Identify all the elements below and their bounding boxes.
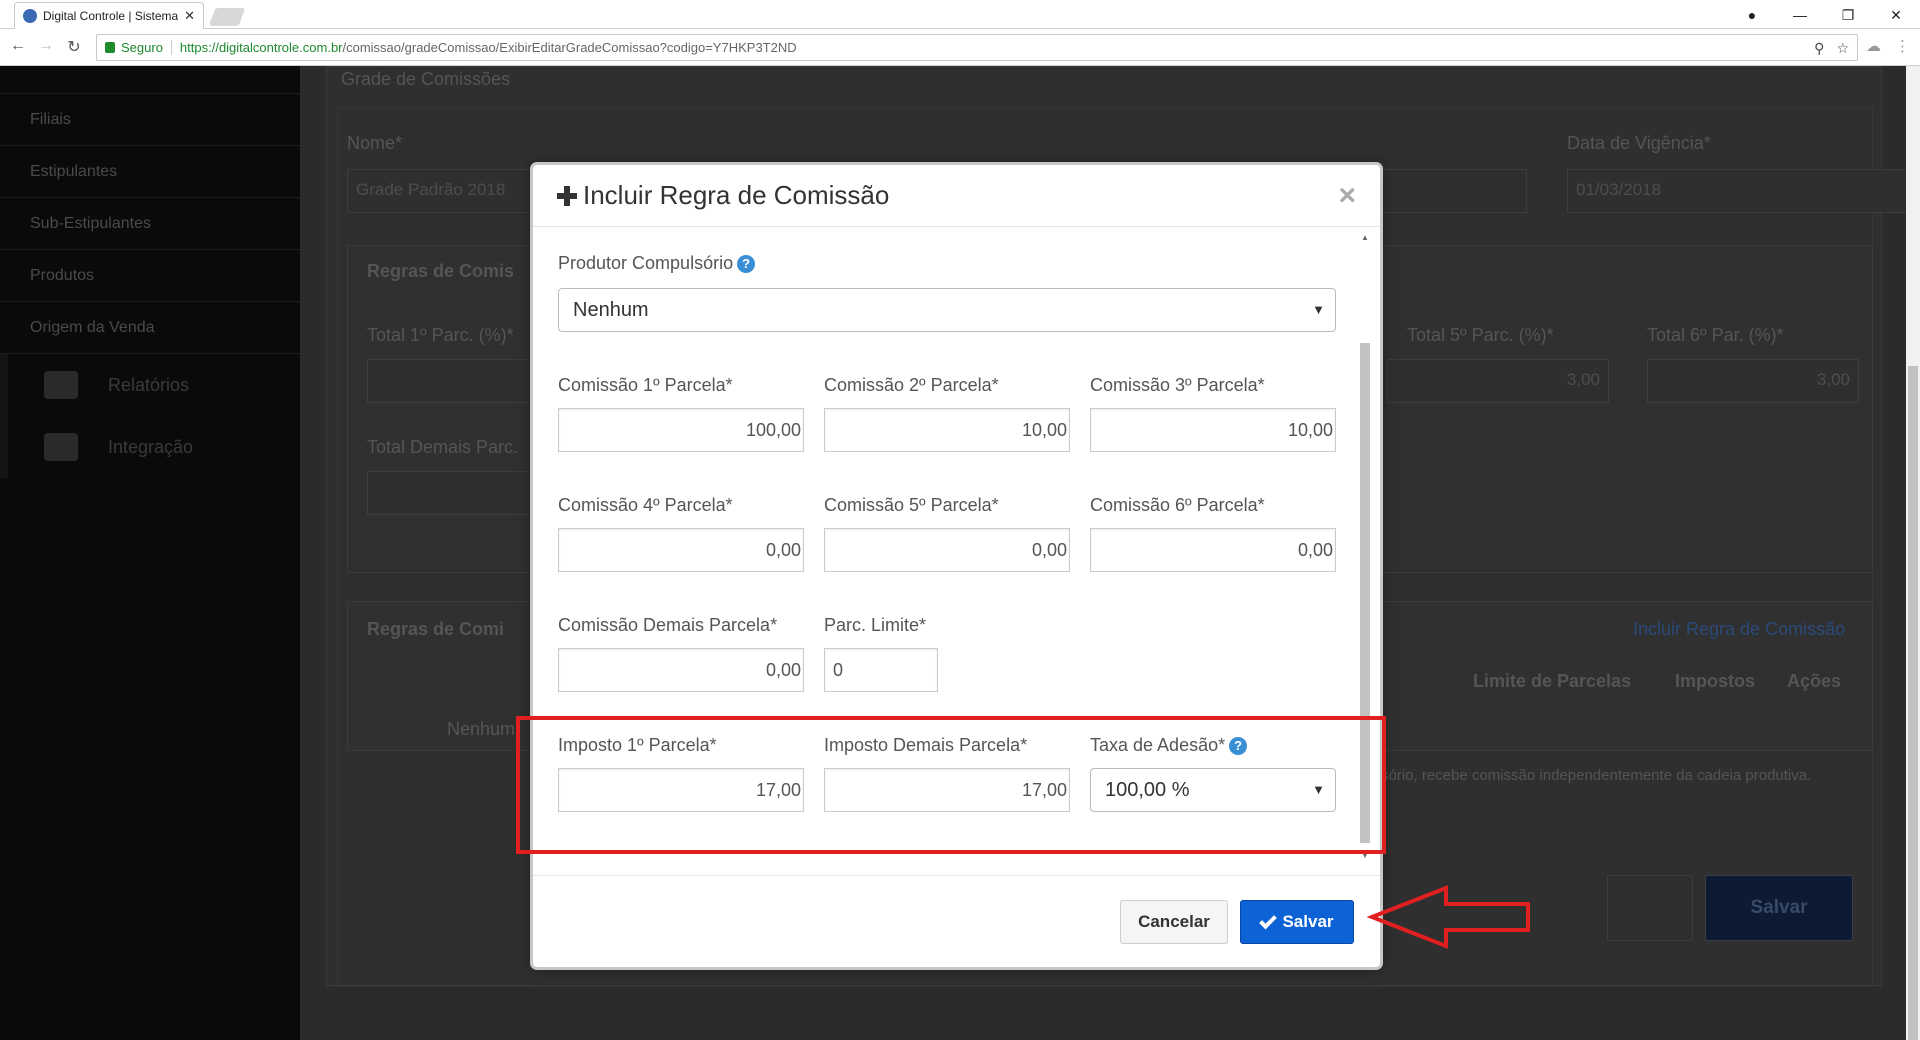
- sidebar: Filiais Estipulantes Sub-Estipulantes Pr…: [0, 66, 300, 1040]
- nome-label: Nome*: [347, 133, 403, 153]
- total5-label: Total 5º Parc. (%)*: [1407, 325, 1554, 345]
- parc-limite-label: Parc. Limite*: [824, 615, 927, 635]
- sidebar-item-label: Integração: [108, 436, 194, 457]
- url-path: /comissao/gradeComissao/ExibirEditarGrad…: [342, 40, 797, 55]
- sidebar-item-relatorios[interactable]: Relatórios: [0, 354, 300, 416]
- minimize-icon[interactable]: —: [1776, 4, 1824, 26]
- col-limite-parcelas: Limite de Parcelas: [1473, 671, 1632, 691]
- modal-footer: Cancelar Salvar: [533, 875, 1380, 967]
- sidebar-item-estipulantes[interactable]: Estipulantes: [0, 146, 300, 198]
- incluir-regra-link[interactable]: Incluir Regra de Comissão: [1633, 619, 1845, 640]
- plus-icon: [557, 185, 577, 206]
- sidebar-item-filiais[interactable]: Filiais: [0, 94, 300, 146]
- nenhum-row: Nenhum: [447, 719, 516, 739]
- forward-icon[interactable]: →: [36, 37, 56, 55]
- browser-tab[interactable]: Digital Controle | Sistema ✕: [14, 2, 204, 29]
- total1-label: Total 1º Parc. (%)*: [367, 325, 514, 345]
- omnibox-icons: ⚲ ☆: [1814, 40, 1849, 57]
- total6-input[interactable]: 3,00: [1647, 359, 1859, 403]
- comissao-3-label: Comissão 3º Parcela*: [1090, 375, 1265, 395]
- profile-icon[interactable]: ●: [1728, 4, 1776, 26]
- comissao-5-label: Comissão 5º Parcela*: [824, 495, 999, 515]
- save-button[interactable]: Salvar: [1240, 900, 1354, 944]
- comissao-demais-label: Comissão Demais Parcela*: [558, 615, 778, 635]
- close-icon[interactable]: ×: [1338, 179, 1356, 213]
- zoom-icon[interactable]: ⚲: [1814, 40, 1824, 57]
- regras-title-2: Regras de Comi: [367, 619, 505, 639]
- total-demais-label: Total Demais Parc.: [367, 437, 519, 457]
- help-icon[interactable]: ?: [737, 255, 756, 273]
- annotation-arrow-icon: [1366, 885, 1530, 949]
- comissao-2-input[interactable]: 10,00: [824, 408, 1070, 452]
- window-controls: ● — ❐ ✕: [1728, 4, 1920, 26]
- tab-close-icon[interactable]: ✕: [184, 8, 195, 24]
- comissao-2-label: Comissão 2º Parcela*: [824, 375, 999, 395]
- address-bar: ← → ↻ Seguro https://digitalcontrole.com…: [0, 29, 1920, 66]
- comissao-1-input[interactable]: 100,00: [558, 408, 804, 452]
- chevron-down-icon: ▼: [1312, 302, 1325, 317]
- comissao-4-label: Comissão 4º Parcela*: [558, 495, 733, 515]
- menu-icon[interactable]: ⋮: [1895, 37, 1910, 55]
- sidebar-item-produtos[interactable]: Produtos: [0, 250, 300, 302]
- vigencia-label: Data de Vigência*: [1567, 133, 1711, 153]
- produtor-label: Produtor Compulsório?: [558, 253, 756, 274]
- reload-icon[interactable]: ↻: [64, 37, 84, 57]
- modal-title: Incluir Regra de Comissão: [583, 180, 890, 210]
- back-button[interactable]: [1607, 875, 1693, 941]
- total5-input[interactable]: 3,00: [1387, 359, 1609, 403]
- save-button-label: Salvar: [1282, 912, 1334, 931]
- comissao-3-input[interactable]: 10,00: [1090, 408, 1336, 452]
- tab-title: Digital Controle | Sistema: [43, 9, 179, 23]
- sidebar-item-origem-da-venda[interactable]: Origem da Venda: [0, 302, 300, 354]
- sidebar-item-partial[interactable]: [0, 66, 300, 94]
- url-text: https://digitalcontrole.com.br/comissao/…: [172, 40, 797, 55]
- url-input[interactable]: Seguro https://digitalcontrole.com.br/co…: [96, 34, 1858, 61]
- comissao-6-input[interactable]: 0,00: [1090, 528, 1336, 572]
- bookmark-star-icon[interactable]: ☆: [1836, 40, 1849, 57]
- sidebar-item-integracao[interactable]: Integração: [0, 416, 300, 478]
- scroll-up-icon[interactable]: ▲: [1360, 233, 1370, 242]
- site-favicon-icon: [23, 9, 37, 23]
- restore-icon[interactable]: ❐: [1824, 4, 1872, 26]
- modal-header: Incluir Regra de Comissão ×: [533, 165, 1380, 227]
- annotation-highlight-box: [516, 716, 1386, 854]
- panel-title: Grade de Comissões: [341, 69, 511, 89]
- background-save-button[interactable]: Salvar: [1705, 875, 1853, 941]
- col-impostos: Impostos: [1675, 671, 1756, 691]
- back-icon[interactable]: ←: [8, 37, 28, 55]
- sidebar-item-sub-estipulantes[interactable]: Sub-Estipulantes: [0, 198, 300, 250]
- url-host: https://digitalcontrole.com.br: [179, 40, 343, 55]
- comissao-6-label: Comissão 6º Parcela*: [1090, 495, 1265, 515]
- secure-label: Seguro: [121, 40, 172, 55]
- sidebar-item-label: Relatórios: [108, 374, 190, 395]
- vigencia-input[interactable]: 01/03/2018: [1567, 169, 1915, 213]
- extension-icons: ☁ ⋮: [1866, 37, 1920, 55]
- cancel-button[interactable]: Cancelar: [1120, 900, 1228, 944]
- comissao-5-input[interactable]: 0,00: [824, 528, 1070, 572]
- scrollbar-thumb[interactable]: [1908, 366, 1918, 1040]
- printer-icon: [44, 371, 78, 399]
- produtor-select-value: Nenhum: [573, 299, 649, 321]
- parc-limite-input[interactable]: 0: [824, 648, 938, 692]
- produtor-select[interactable]: Nenhum ▼: [558, 288, 1336, 332]
- note-text: sório, recebe comissão independentemente…: [1381, 767, 1812, 784]
- new-tab-button[interactable]: [208, 8, 246, 26]
- col-acoes: Ações: [1787, 671, 1842, 691]
- comissao-4-input[interactable]: 0,00: [558, 528, 804, 572]
- total6-label: Total 6º Par. (%)*: [1647, 325, 1784, 345]
- comissao-demais-input[interactable]: 0,00: [558, 648, 804, 692]
- extension-icon[interactable]: ☁: [1866, 37, 1881, 55]
- page-scrollbar[interactable]: [1906, 66, 1920, 1040]
- browser-tab-bar: Digital Controle | Sistema ✕ ● — ❐ ✕: [0, 0, 1920, 29]
- comissao-1-label: Comissão 1º Parcela*: [558, 375, 733, 395]
- regras-title-1: Regras de Comis: [367, 261, 515, 281]
- window-close-icon[interactable]: ✕: [1872, 4, 1920, 26]
- lock-icon: [105, 42, 115, 53]
- check-icon: [1259, 911, 1278, 929]
- link-icon: [44, 433, 78, 461]
- produtor-label-text: Produtor Compulsório: [558, 253, 734, 273]
